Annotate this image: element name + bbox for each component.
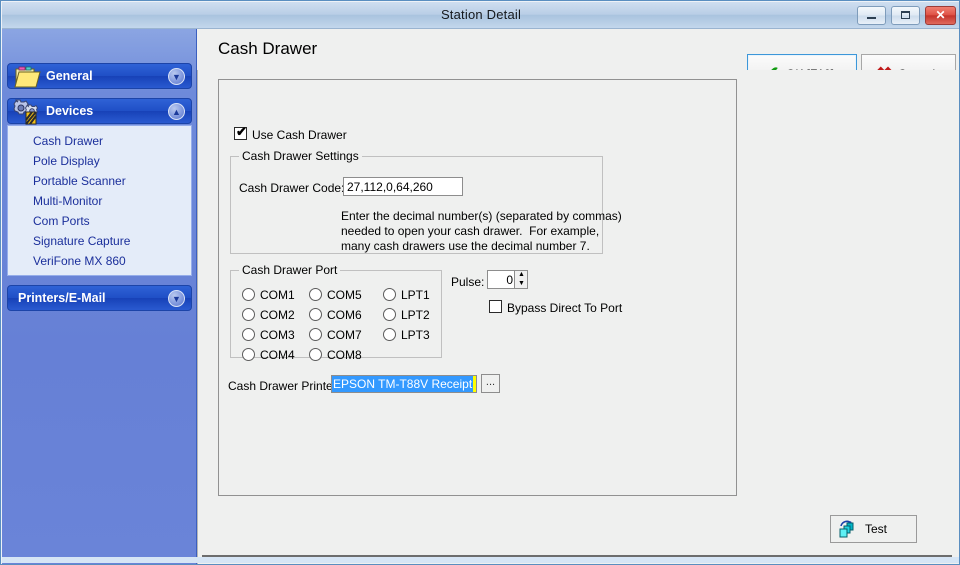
- radio-com2-label: COM2: [260, 308, 295, 322]
- bypass-direct-to-port-label: Bypass Direct To Port: [507, 301, 623, 315]
- sidebar-item-signature-capture[interactable]: Signature Capture: [33, 234, 130, 254]
- cash-drawer-help-line-2: needed to open your cash drawer. For exa…: [341, 224, 600, 238]
- sidebar-item-com-ports[interactable]: Com Ports: [33, 214, 90, 234]
- radio-com2[interactable]: [242, 308, 255, 321]
- use-cash-drawer-label: Use Cash Drawer: [252, 128, 347, 142]
- chevron-down-icon[interactable]: ▼: [168, 68, 185, 85]
- radio-com5-label: COM5: [327, 288, 362, 302]
- spin-down-icon[interactable]: ▼: [515, 280, 528, 288]
- close-button[interactable]: ✕: [925, 6, 956, 25]
- sidebar-section-devices[interactable]: Devices ▲: [7, 98, 192, 125]
- cash-drawer-form-panel: ✔ Use Cash Drawer Cash Drawer Settings C…: [218, 79, 737, 496]
- pulse-spin-buttons[interactable]: ▲ ▼: [514, 271, 527, 288]
- radio-lpt3-label: LPT3: [401, 328, 430, 342]
- radio-com7-label: COM7: [327, 328, 362, 342]
- spin-up-icon[interactable]: ▲: [515, 271, 528, 279]
- chevron-up-icon[interactable]: ▲: [168, 103, 185, 120]
- radio-com5[interactable]: [309, 288, 322, 301]
- radio-com6-label: COM6: [327, 308, 362, 322]
- radio-com6[interactable]: [309, 308, 322, 321]
- sidebar-section-general-label: General: [46, 69, 93, 83]
- cash-drawer-help-line-1: Enter the decimal number(s) (separated b…: [341, 209, 622, 223]
- minimize-icon: [867, 17, 876, 20]
- sidebar-section-printers-email-label: Printers/E-Mail: [18, 291, 106, 305]
- sidebar-item-verifone-mx-860[interactable]: VeriFone MX 860: [33, 254, 126, 274]
- window-title: Station Detail: [440, 7, 522, 22]
- radio-com3[interactable]: [242, 328, 255, 341]
- cash-drawer-settings-title: Cash Drawer Settings: [239, 149, 362, 163]
- radio-lpt2[interactable]: [383, 308, 396, 321]
- folder-icon: [14, 66, 41, 88]
- cash-drawer-printer-input[interactable]: EPSON TM-T88V Receipt: [331, 375, 477, 393]
- sidebar-devices-list: Cash Drawer Pole Display Portable Scanne…: [7, 125, 192, 276]
- test-button-label: Test: [865, 522, 888, 536]
- chevron-down-icon[interactable]: ▼: [168, 290, 185, 307]
- radio-lpt1[interactable]: [383, 288, 396, 301]
- bypass-direct-to-port-checkbox[interactable]: [489, 300, 502, 313]
- minimize-button[interactable]: [857, 6, 886, 25]
- maximize-icon: [901, 11, 910, 20]
- sidebar-section-general[interactable]: General ▼: [7, 63, 192, 89]
- sidebar-item-multi-monitor[interactable]: Multi-Monitor: [33, 194, 102, 214]
- radio-com4[interactable]: [242, 348, 255, 361]
- radio-lpt1-label: LPT1: [401, 288, 430, 302]
- cash-drawer-printer-value: EPSON TM-T88V Receipt: [332, 376, 474, 392]
- maximize-button[interactable]: [891, 6, 920, 25]
- station-detail-window: Station Detail ✕ Cash Drawer ✔ OK [F10] …: [0, 0, 960, 565]
- radio-com4-label: COM4: [260, 348, 295, 362]
- cash-drawer-printer-label: Cash Drawer Printer:: [228, 379, 341, 393]
- radio-com7[interactable]: [309, 328, 322, 341]
- browse-printer-button[interactable]: ...: [481, 374, 500, 393]
- sidebar-item-pole-display[interactable]: Pole Display: [33, 154, 100, 174]
- content-area: ✔ Use Cash Drawer Cash Drawer Settings C…: [197, 70, 959, 564]
- sidebar-section-devices-label: Devices: [46, 104, 94, 118]
- printer-test-icon: [839, 520, 854, 538]
- gears-icon: [13, 99, 39, 125]
- radio-lpt2-label: LPT2: [401, 308, 430, 322]
- radio-com8[interactable]: [309, 348, 322, 361]
- pulse-value: 0: [506, 273, 513, 287]
- radio-com1-label: COM1: [260, 288, 295, 302]
- radio-lpt3[interactable]: [383, 328, 396, 341]
- sidebar-item-cash-drawer[interactable]: Cash Drawer: [33, 134, 103, 154]
- window-bottom-strip: [2, 557, 959, 563]
- use-cash-drawer-checkbox[interactable]: ✔: [234, 124, 247, 140]
- page-title: Cash Drawer: [218, 39, 318, 58]
- pulse-stepper[interactable]: 0 ▲ ▼: [487, 270, 528, 289]
- cash-drawer-code-label: Cash Drawer Code:: [239, 181, 345, 195]
- radio-com1[interactable]: [242, 288, 255, 301]
- radio-com8-label: COM8: [327, 348, 362, 362]
- cash-drawer-port-group: Cash Drawer Port COM1 COM2 COM3 COM4 COM…: [230, 263, 442, 362]
- close-icon: ✕: [935, 8, 946, 22]
- checkmark-icon: ✔: [236, 124, 247, 139]
- title-bar: Station Detail ✕: [2, 2, 959, 29]
- radio-com3-label: COM3: [260, 328, 295, 342]
- cash-drawer-settings-group: Cash Drawer Settings Cash Drawer Code: 2…: [230, 149, 622, 254]
- cash-drawer-code-input[interactable]: 27,112,0,64,260: [343, 177, 463, 196]
- test-button[interactable]: Test: [830, 515, 917, 543]
- sidebar-item-portable-scanner[interactable]: Portable Scanner: [33, 174, 126, 194]
- sidebar-section-printers-email[interactable]: Printers/E-Mail ▼: [7, 285, 192, 311]
- cash-drawer-help-line-3: many cash drawers use the decimal number…: [341, 239, 590, 253]
- sidebar: General ▼ Devices ▲ Cash Drawer Pole Dis…: [2, 29, 197, 564]
- pulse-label: Pulse:: [451, 275, 485, 289]
- cash-drawer-port-title: Cash Drawer Port: [239, 263, 341, 277]
